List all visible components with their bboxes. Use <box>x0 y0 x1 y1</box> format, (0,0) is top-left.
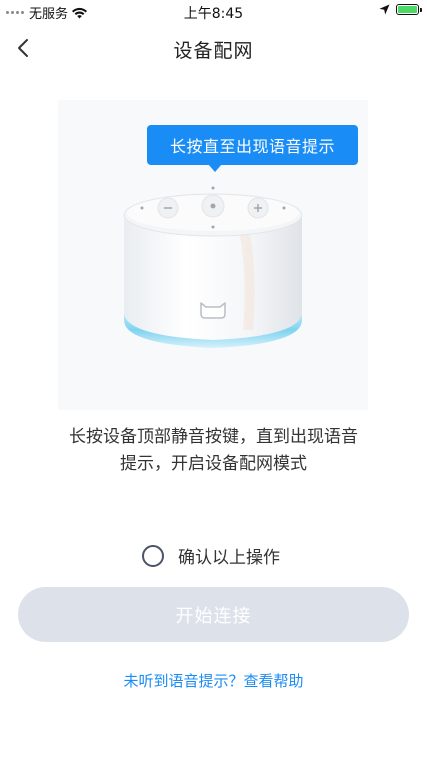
confirm-checkbox[interactable]: 确认以上操作 <box>142 543 280 568</box>
battery-charging-icon <box>396 4 422 15</box>
status-time: 上午8:45 <box>183 6 244 22</box>
instruction-line-2: 提示，开启设备配网模式 <box>120 454 307 474</box>
confirm-label[interactable]: 确认以上操作 <box>178 543 280 568</box>
instruction-bubble: 长按直至出现语音提示 <box>147 125 358 165</box>
instruction-text: 长按设备顶部静音按键，直到出现语音 提示，开启设备配网模式 <box>40 424 387 478</box>
status-bar-right <box>379 4 422 15</box>
radio-circle-icon[interactable] <box>142 544 164 567</box>
instruction-line-1: 长按设备顶部静音按键，直到出现语音 <box>69 427 358 447</box>
status-bar: 无服务 上午8:45 <box>0 0 427 24</box>
bubble-tail <box>208 164 222 172</box>
page-title: 设备配网 <box>173 40 254 62</box>
location-arrow-icon <box>379 4 390 15</box>
device-illustration: 长按直至出现语音提示 <box>58 100 368 410</box>
start-connect-button[interactable]: 开始连接 <box>18 587 409 642</box>
battery-level-fill <box>398 6 417 13</box>
help-link[interactable]: 未听到语音提示？查看帮助 <box>0 670 427 691</box>
